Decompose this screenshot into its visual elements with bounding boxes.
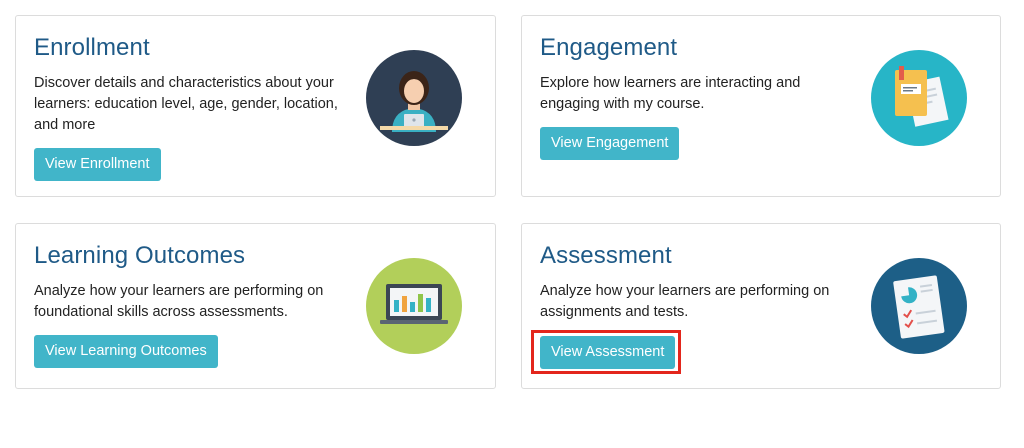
view-assessment-button[interactable]: View Assessment	[540, 336, 676, 369]
learning-outcomes-card: Learning Outcomes Analyze how your learn…	[15, 223, 496, 389]
view-enrollment-button[interactable]: View Enrollment	[34, 148, 161, 181]
view-engagement-button[interactable]: View Engagement	[540, 127, 680, 160]
enrollment-description: Discover details and characteristics abo…	[34, 75, 338, 133]
assessment-card: Assessment Analyze how your learners are…	[521, 223, 1001, 389]
learning-outcomes-title: Learning Outcomes	[34, 242, 246, 269]
report-checklist-icon	[871, 258, 967, 354]
engagement-description: Explore how learners are interacting and…	[540, 75, 801, 112]
enrollment-card: Enrollment Discover details and characte…	[15, 15, 496, 197]
engagement-title: Engagement	[540, 34, 678, 61]
view-learning-outcomes-button[interactable]: View Learning Outcomes	[34, 335, 218, 368]
assessment-title: Assessment	[540, 242, 672, 269]
laptop-chart-icon	[366, 258, 462, 354]
engagement-card: Engagement Explore how learners are inte…	[521, 15, 1001, 197]
assessment-description: Analyze how your learners are performing…	[540, 283, 830, 320]
learner-at-desk-icon	[366, 50, 462, 146]
learning-outcomes-description: Analyze how your learners are performing…	[34, 283, 324, 320]
documents-icon	[871, 50, 967, 146]
enrollment-title: Enrollment	[34, 34, 150, 61]
